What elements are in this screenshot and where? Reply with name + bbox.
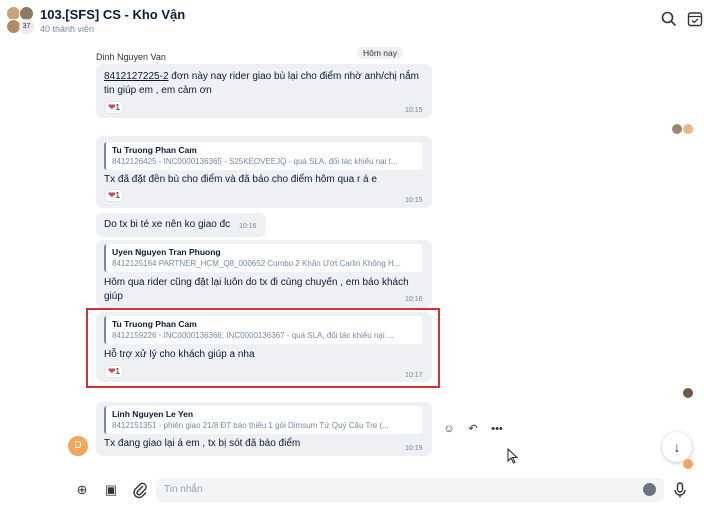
sticker-icon[interactable]: ▣ (101, 480, 121, 500)
scroll-down-icon[interactable]: ↓ (662, 432, 692, 462)
message-time: 10:19 (405, 445, 423, 452)
message-text: Do tx bi té xe nên ko giao đc (104, 219, 231, 230)
seen-avatar (672, 124, 682, 134)
quote-text: 8412125164 PARTNER_HCM_Q8_000652 Combo 2… (112, 259, 401, 268)
plus-icon[interactable]: ⊕ (72, 480, 92, 500)
order-link[interactable]: 8412127225-2 (104, 71, 169, 82)
message-text: Tx đã đặt đền bù cho điểm và đã báo cho … (104, 174, 377, 185)
seen-avatar (683, 388, 693, 398)
message-text-line: Hôm qua rider cũng đặt lại luôn do tx đi… (104, 277, 409, 288)
cursor-icon (507, 448, 519, 464)
message-bubble[interactable]: Uyen Nguyen Tran Phuong 8412125164 PARTN… (96, 240, 432, 308)
reply-icon[interactable]: ↶ (464, 420, 482, 438)
quote-author: Uyen Nguyen Tran Phuong (112, 247, 221, 257)
member-count[interactable]: 40 thành viên (40, 24, 94, 34)
message-time: 10:16 (405, 296, 423, 303)
group-title[interactable]: 103.[SFS] CS - Kho Vận (40, 7, 185, 22)
message-text: Tx đang giao lại á em , tx bị sót đã báo… (104, 438, 301, 449)
reaction-badge[interactable]: ❤1 (104, 101, 124, 114)
message-text: 8412127225-2 đơn này nay rider giao bù l… (104, 70, 419, 84)
message-list[interactable]: Dinh Nguyen Van Hôm nay 8412127225-2 đơn… (0, 40, 704, 470)
quoted-message[interactable]: Tu Truong Phan Cam 8412126425 - INC00001… (104, 142, 422, 170)
emoji-reaction-icon[interactable]: ☺ (440, 420, 458, 438)
quote-text: 8412126425 - INC0000136365 - S25KEOVEEJQ… (112, 157, 398, 166)
mic-icon[interactable] (670, 480, 690, 500)
more-icon[interactable]: ••• (488, 420, 506, 438)
message-text-line: tin giúp em , em cảm ơn (104, 85, 212, 96)
quoted-message[interactable]: Uyen Nguyen Tran Phuong 8412125164 PARTN… (104, 244, 422, 272)
message-bubble[interactable]: Linh Nguyen Le Yen 8412151351 - phiên gi… (96, 402, 432, 456)
member-count-badge: 37 (19, 19, 34, 34)
message-input-placeholder: Tin nhắn (164, 484, 203, 495)
chat-header: 37 103.[SFS] CS - Kho Vận 40 thành viên (0, 0, 704, 40)
emoji-icon[interactable] (643, 483, 656, 496)
message-time: 10:16 (239, 223, 257, 230)
seen-avatar (683, 459, 693, 469)
heart-icon: ❤ (108, 190, 116, 200)
group-avatar[interactable]: 37 (6, 6, 34, 34)
reaction-badge[interactable]: ❤1 (104, 189, 124, 202)
search-icon[interactable] (660, 10, 678, 28)
date-divider: Hôm nay (357, 47, 404, 59)
message-time: 10:15 (405, 107, 423, 114)
message-bubble[interactable]: Tu Truong Phan Cam 8412126425 - INC00001… (96, 136, 432, 208)
message-text-line: giúp (104, 291, 123, 302)
quote-text: 8412151351 - phiên giao 21/8 ĐT báo thiế… (112, 421, 389, 430)
highlight-box (86, 308, 440, 388)
reaction-count: 1 (115, 103, 120, 112)
message-input[interactable]: Tin nhắn (156, 478, 664, 502)
message-bubble[interactable]: 8412127225-2 đơn này nay rider giao bù l… (96, 64, 432, 118)
todo-icon[interactable] (686, 10, 704, 28)
attach-icon[interactable] (130, 480, 150, 500)
seen-avatar (683, 124, 693, 134)
reaction-count: 1 (115, 191, 120, 200)
quote-author: Tu Truong Phan Cam (112, 145, 197, 155)
message-bubble[interactable]: Do tx bi té xe nên ko giao đc 10:16 (96, 213, 266, 237)
heart-icon: ❤ (108, 102, 116, 112)
quote-author: Linh Nguyen Le Yen (112, 409, 194, 419)
message-composer: ⊕ ▣ Tin nhắn (0, 470, 704, 512)
quoted-message[interactable]: Linh Nguyen Le Yen 8412151351 - phiên gi… (104, 406, 422, 434)
sender-name: Dinh Nguyen Van (96, 52, 166, 62)
message-text-line: đơn này nay rider giao bù lại cho điểm n… (168, 71, 419, 82)
message-time: 10:15 (405, 197, 423, 204)
avatar[interactable]: D (68, 436, 88, 456)
